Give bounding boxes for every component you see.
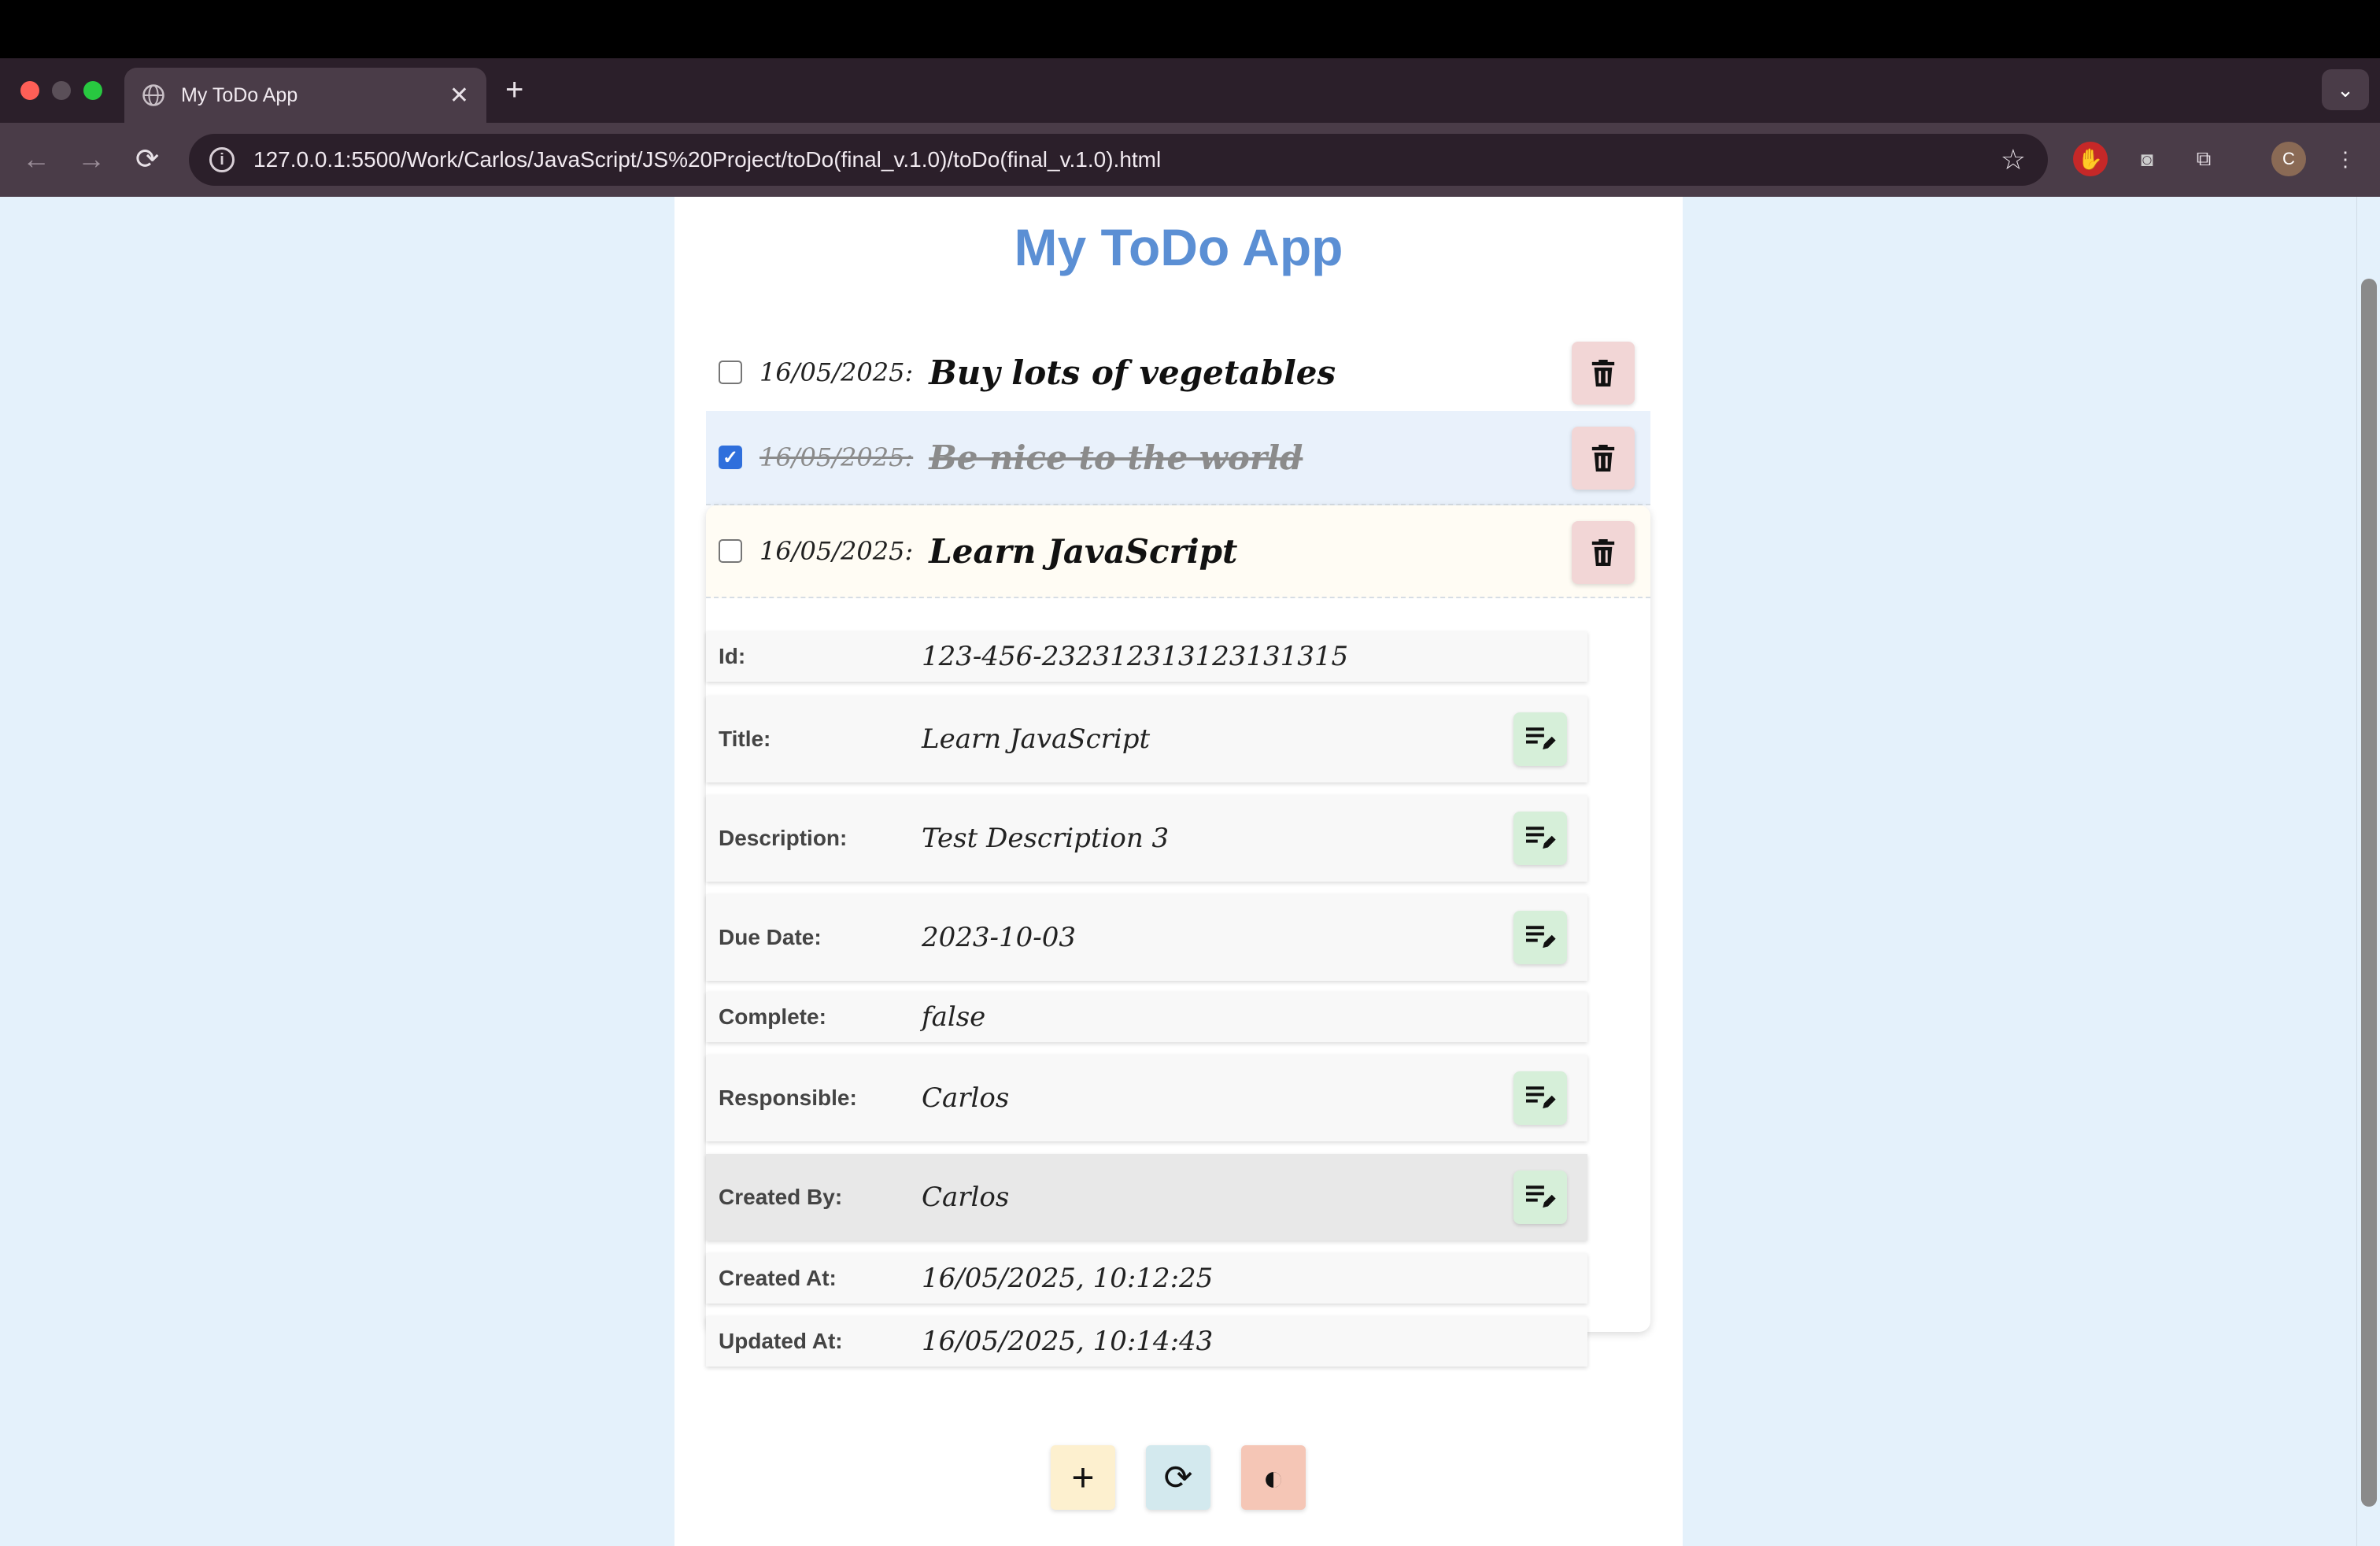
page-scrollbar[interactable] bbox=[2356, 197, 2380, 1546]
extension-hand-icon[interactable]: ✋ bbox=[2073, 142, 2108, 176]
trash-icon bbox=[1591, 445, 1615, 472]
edit-list-icon bbox=[1526, 1086, 1556, 1109]
tab-search-dropdown[interactable]: ⌄ bbox=[2322, 69, 2369, 110]
edit-title-button[interactable] bbox=[1513, 712, 1567, 766]
forward-icon[interactable]: → bbox=[77, 143, 105, 175]
todo-item[interactable]: 16/05/2025: Buy lots of vegetables bbox=[706, 326, 1650, 420]
edit-list-icon bbox=[1526, 926, 1556, 949]
todo-date: 16/05/2025: bbox=[759, 357, 914, 387]
scrollbar-thumb[interactable] bbox=[2361, 279, 2377, 1507]
edit-description-button[interactable] bbox=[1513, 812, 1567, 865]
trash-icon bbox=[1591, 360, 1615, 386]
todo-item-expanded[interactable]: 16/05/2025: Learn JavaScript bbox=[706, 505, 1650, 598]
back-icon[interactable]: ← bbox=[22, 143, 50, 175]
close-tab-icon[interactable]: ✕ bbox=[449, 82, 469, 109]
detail-row-due-date: Due Date: 2023-10-03 bbox=[706, 894, 1587, 981]
detail-value: 16/05/2025, 10:14:43 bbox=[922, 1326, 1214, 1357]
todo-title[interactable]: Learn JavaScript bbox=[929, 532, 1237, 571]
detail-value: 2023-10-03 bbox=[922, 922, 1077, 953]
todo-checkbox[interactable] bbox=[719, 361, 742, 384]
browser-tab[interactable]: My ToDo App ✕ bbox=[124, 68, 486, 123]
app-card: My ToDo App 16/05/2025: Buy lots of vege… bbox=[674, 197, 1683, 1546]
globe-icon bbox=[142, 84, 164, 106]
edit-created-by-button[interactable] bbox=[1513, 1171, 1567, 1224]
todo-checkbox-checked[interactable]: ✓ bbox=[719, 446, 742, 469]
theme-toggle-button[interactable]: ◐ bbox=[1241, 1445, 1306, 1510]
url-text: 127.0.0.1:5500/Work/Carlos/JavaScript/JS… bbox=[253, 147, 1162, 172]
detail-row-updated-at: Updated At: 16/05/2025, 10:14:43 bbox=[706, 1316, 1587, 1367]
detail-label: Complete: bbox=[719, 1004, 826, 1029]
edit-list-icon bbox=[1526, 827, 1556, 849]
todo-title[interactable]: Be nice to the world bbox=[929, 438, 1303, 477]
detail-row-created-by: Created By: Carlos bbox=[706, 1154, 1587, 1241]
detail-label: Description: bbox=[719, 826, 848, 850]
app-title: My ToDo App bbox=[1014, 218, 1343, 276]
edit-due-date-button[interactable] bbox=[1513, 911, 1567, 964]
detail-label: Id: bbox=[719, 644, 746, 668]
extensions-puzzle-icon[interactable]: ⧉ bbox=[2186, 142, 2221, 176]
detail-row-created-at: Created At: 16/05/2025, 10:12:25 bbox=[706, 1253, 1587, 1304]
delete-button[interactable] bbox=[1572, 342, 1635, 405]
detail-value: false bbox=[922, 1001, 986, 1033]
minimize-window-button[interactable] bbox=[52, 81, 71, 100]
edit-list-icon bbox=[1526, 1185, 1556, 1208]
screen-top-bar bbox=[0, 0, 2380, 58]
detail-value: Carlos bbox=[922, 1082, 1010, 1114]
camera-extension-icon[interactable]: ◙ bbox=[2130, 142, 2164, 176]
detail-row-complete: Complete: false bbox=[706, 992, 1587, 1042]
detail-label: Due Date: bbox=[719, 925, 822, 949]
page-viewport: My ToDo App 16/05/2025: Buy lots of vege… bbox=[0, 197, 2380, 1546]
detail-value: Carlos bbox=[922, 1182, 1010, 1213]
detail-label: Created By: bbox=[719, 1185, 843, 1209]
reload-icon[interactable]: ⟳ bbox=[135, 143, 159, 175]
todo-date: 16/05/2025: bbox=[759, 536, 914, 566]
close-window-button[interactable] bbox=[20, 81, 39, 100]
maximize-window-button[interactable] bbox=[83, 81, 102, 100]
detail-label: Updated At: bbox=[719, 1329, 843, 1353]
detail-row-title: Title: Learn JavaScript bbox=[706, 696, 1587, 782]
todo-checkbox[interactable] bbox=[719, 539, 742, 563]
detail-value: Test Description 3 bbox=[922, 823, 1170, 854]
edit-responsible-button[interactable] bbox=[1513, 1071, 1567, 1125]
todo-item[interactable]: ✓ 16/05/2025: Be nice to the world bbox=[706, 411, 1650, 505]
new-tab-button[interactable]: + bbox=[505, 72, 523, 107]
trash-icon bbox=[1591, 539, 1615, 566]
delete-button[interactable] bbox=[1572, 521, 1635, 584]
todo-date: 16/05/2025: bbox=[759, 442, 914, 472]
delete-button[interactable] bbox=[1572, 427, 1635, 490]
address-bar[interactable]: i 127.0.0.1:5500/Work/Carlos/JavaScript/… bbox=[189, 134, 2048, 186]
detail-value: Learn JavaScript bbox=[922, 723, 1151, 755]
site-info-icon[interactable]: i bbox=[209, 147, 235, 172]
profile-avatar[interactable]: C bbox=[2271, 142, 2306, 176]
detail-value: 123-456-232312313123131315 bbox=[922, 641, 1349, 672]
detail-row-responsible: Responsible: Carlos bbox=[706, 1055, 1587, 1141]
edit-list-icon bbox=[1526, 727, 1556, 750]
detail-label: Responsible: bbox=[719, 1086, 857, 1110]
bookmark-star-icon[interactable]: ☆ bbox=[2001, 143, 2026, 176]
detail-label: Created At: bbox=[719, 1266, 837, 1290]
browser-menu-icon[interactable]: ⋮ bbox=[2328, 142, 2363, 176]
tab-title: My ToDo App bbox=[181, 83, 298, 106]
detail-label: Title: bbox=[719, 727, 771, 751]
add-todo-button[interactable]: + bbox=[1051, 1445, 1115, 1510]
todo-title[interactable]: Buy lots of vegetables bbox=[929, 353, 1336, 392]
detail-row-description: Description: Test Description 3 bbox=[706, 795, 1587, 882]
detail-value: 16/05/2025, 10:12:25 bbox=[922, 1263, 1214, 1294]
refresh-button[interactable]: ⟳ bbox=[1146, 1445, 1210, 1510]
detail-row-id: Id: 123-456-232312313123131315 bbox=[706, 631, 1587, 682]
